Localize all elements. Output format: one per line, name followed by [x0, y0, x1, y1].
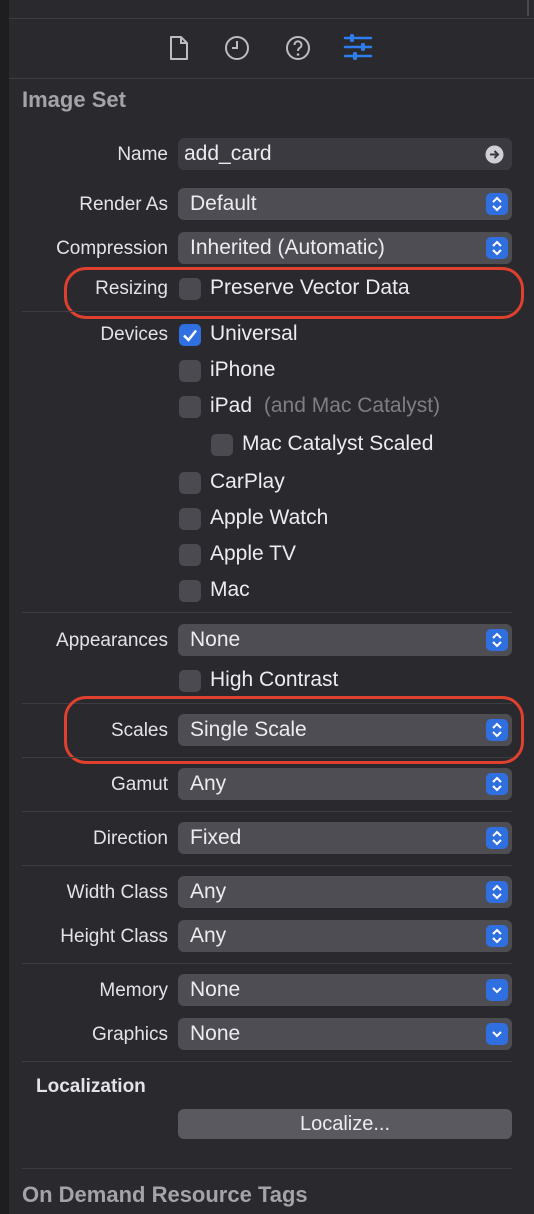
compression-popup[interactable]: Inherited (Automatic) — [178, 232, 512, 264]
attributes-inspector-icon — [343, 34, 373, 60]
compression-label: Compression — [56, 238, 168, 259]
gamut-label: Gamut — [110, 774, 168, 795]
universal-checkbox[interactable] — [179, 324, 201, 346]
chevron-down-icon — [486, 979, 508, 1001]
updown-chevron-icon — [486, 629, 508, 651]
gamut-value: Any — [190, 772, 227, 795]
left-edge — [0, 0, 9, 1214]
apple-tv-label: Apple TV — [210, 542, 296, 565]
direction-label: Direction — [93, 828, 168, 849]
toolbar-divider — [9, 78, 534, 79]
mac-catalyst-scaled-checkbox[interactable] — [211, 434, 233, 456]
appearances-value: None — [190, 628, 241, 651]
updown-chevron-icon — [486, 827, 508, 849]
universal-label: Universal — [210, 322, 298, 345]
name-label: Name — [117, 144, 168, 165]
ipad-note: (and Mac Catalyst) — [263, 394, 441, 417]
updown-chevron-icon — [486, 237, 508, 259]
render-as-label: Render As — [79, 194, 168, 215]
file-inspector-button[interactable] — [166, 34, 192, 62]
history-inspector-button[interactable] — [223, 34, 251, 62]
updown-chevron-icon — [486, 881, 508, 903]
divider — [22, 865, 512, 866]
mac-label: Mac — [210, 578, 250, 601]
width-class-label: Width Class — [66, 882, 168, 903]
render-as-value: Default — [190, 192, 257, 215]
memory-label: Memory — [99, 980, 168, 1001]
iphone-checkbox[interactable] — [179, 360, 201, 382]
section-title: Image Set — [22, 87, 126, 112]
ipad-checkbox[interactable] — [179, 396, 201, 418]
high-contrast-checkbox[interactable] — [179, 670, 201, 692]
mac-catalyst-scaled-label: Mac Catalyst Scaled — [242, 432, 434, 455]
width-class-popup[interactable]: Any — [178, 876, 512, 908]
ipad-label-text: iPad — [210, 394, 253, 417]
divider — [22, 612, 512, 613]
localization-title: Localization — [36, 1076, 146, 1097]
checkmark-icon — [183, 329, 197, 342]
attributes-inspector-button[interactable] — [342, 32, 374, 62]
go-arrow-icon[interactable] — [485, 145, 504, 164]
help-inspector-button[interactable] — [284, 34, 312, 62]
divider — [22, 757, 512, 758]
height-class-value: Any — [190, 924, 227, 947]
divider — [22, 1061, 512, 1062]
divider — [22, 963, 512, 964]
memory-value: None — [190, 978, 241, 1001]
ipad-label: iPad (and Mac Catalyst) — [210, 394, 440, 418]
graphics-value: None — [190, 1022, 241, 1045]
render-as-popup[interactable]: Default — [178, 188, 512, 220]
apple-watch-checkbox[interactable] — [179, 508, 201, 530]
updown-chevron-icon — [486, 773, 508, 795]
divider — [22, 1168, 512, 1169]
divider — [22, 811, 512, 812]
scales-highlight-ring — [64, 696, 524, 764]
apple-tv-checkbox[interactable] — [179, 544, 201, 566]
appearances-label: Appearances — [56, 630, 168, 651]
carplay-checkbox[interactable] — [179, 472, 201, 494]
top-edge-line — [9, 18, 534, 19]
history-icon — [225, 36, 249, 60]
high-contrast-label: High Contrast — [210, 668, 339, 691]
apple-watch-label: Apple Watch — [210, 506, 329, 529]
height-class-popup[interactable]: Any — [178, 920, 512, 952]
file-icon — [170, 36, 188, 60]
mac-checkbox[interactable] — [179, 580, 201, 602]
carplay-label: CarPlay — [210, 470, 285, 493]
direction-popup[interactable]: Fixed — [178, 822, 512, 854]
gamut-popup[interactable]: Any — [178, 768, 512, 800]
updown-chevron-icon — [486, 193, 508, 215]
memory-popup[interactable]: None — [178, 974, 512, 1006]
name-value: add_card — [184, 142, 272, 165]
updown-chevron-icon — [486, 925, 508, 947]
iphone-label: iPhone — [210, 358, 276, 381]
on-demand-resource-tags-title: On Demand Resource Tags — [22, 1182, 308, 1207]
devices-label: Devices — [100, 324, 168, 345]
localize-button[interactable]: Localize... — [178, 1109, 512, 1139]
graphics-popup[interactable]: None — [178, 1018, 512, 1050]
appearances-popup[interactable]: None — [178, 624, 512, 656]
height-class-label: Height Class — [60, 926, 168, 947]
right-edge-mark — [527, 0, 529, 16]
chevron-down-icon — [486, 1023, 508, 1045]
name-field[interactable]: add_card — [178, 138, 512, 170]
direction-value: Fixed — [190, 826, 242, 849]
compression-value: Inherited (Automatic) — [190, 236, 385, 259]
divider — [22, 311, 512, 312]
graphics-label: Graphics — [91, 1024, 168, 1045]
width-class-value: Any — [190, 880, 227, 903]
help-icon — [286, 36, 310, 60]
